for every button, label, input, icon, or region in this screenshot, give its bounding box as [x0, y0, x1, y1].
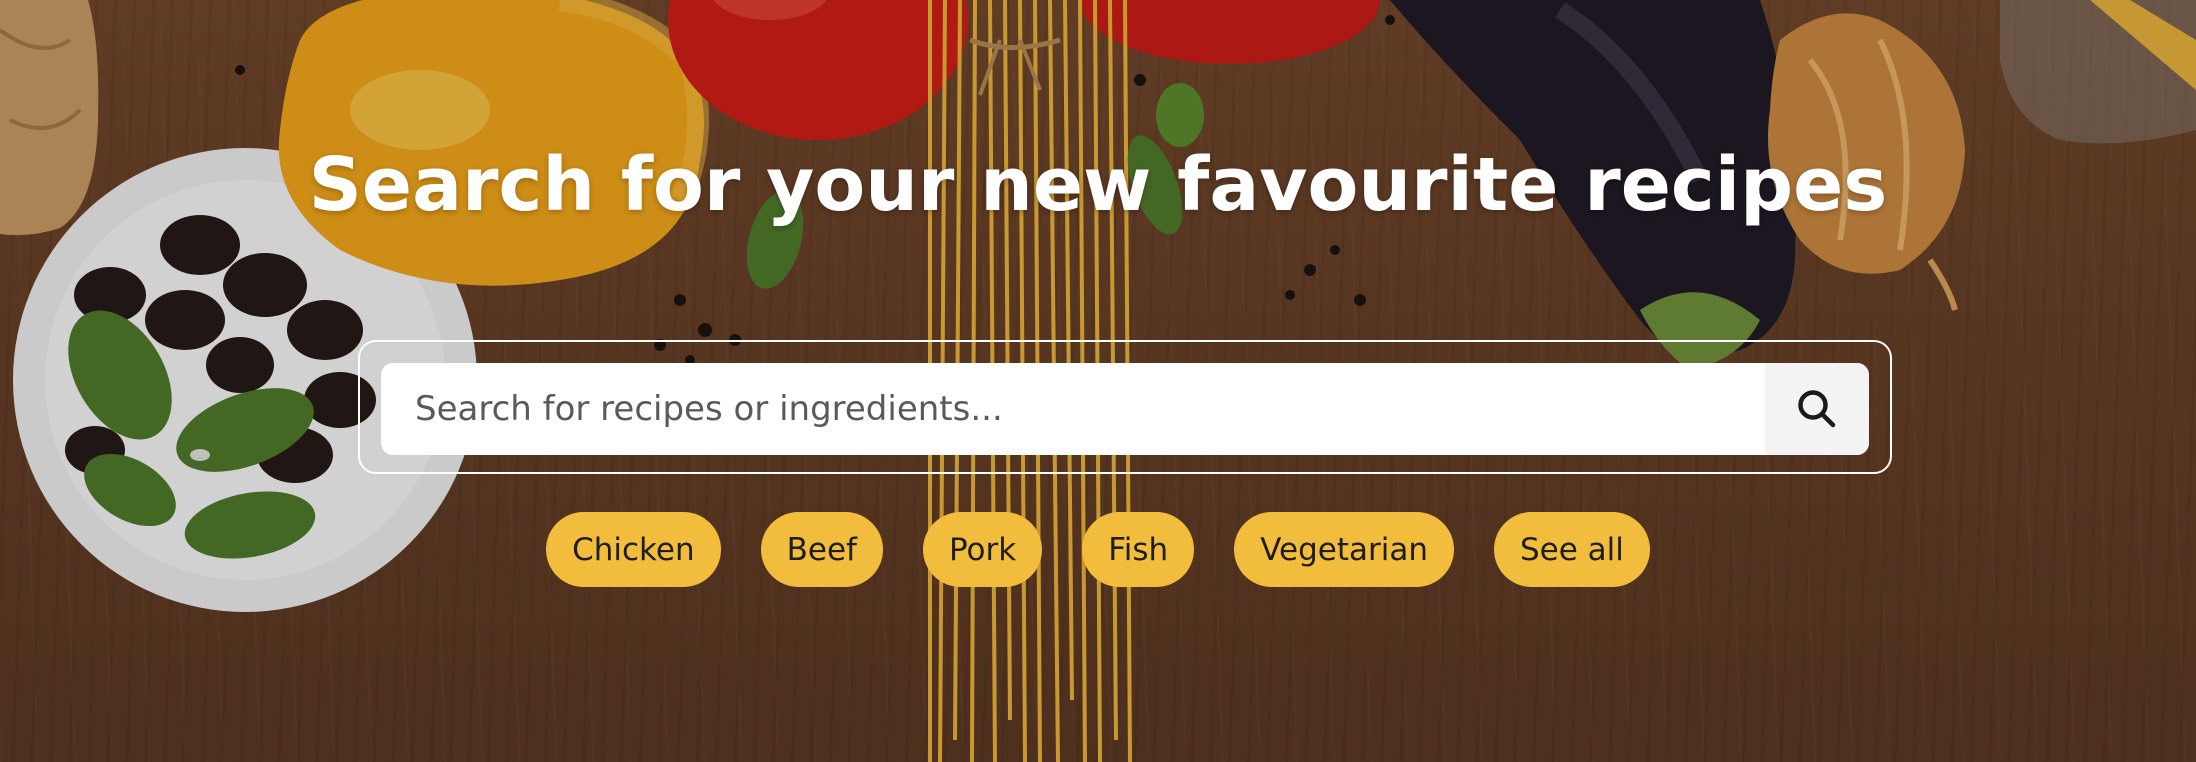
category-chip-chicken[interactable]: Chicken	[546, 512, 721, 587]
search-button[interactable]	[1765, 363, 1869, 455]
hero-section: Search for your new favourite recipes Ch…	[0, 0, 2196, 762]
search-icon	[1798, 390, 1836, 428]
search-bar-frame	[358, 340, 1892, 474]
category-chip-vegetarian[interactable]: Vegetarian	[1234, 512, 1454, 587]
search-bar	[381, 363, 1869, 455]
category-chip-beef[interactable]: Beef	[760, 512, 883, 587]
category-chip-pork[interactable]: Pork	[922, 512, 1043, 587]
category-chips: Chicken Beef Pork Fish Vegetarian See al…	[0, 512, 2196, 587]
hero-content: Search for your new favourite recipes Ch…	[0, 0, 2196, 762]
see-all-button[interactable]: See all	[1494, 512, 1650, 587]
search-input[interactable]	[381, 363, 1771, 455]
page-title: Search for your new favourite recipes	[308, 142, 1888, 228]
category-chip-fish[interactable]: Fish	[1082, 512, 1195, 587]
